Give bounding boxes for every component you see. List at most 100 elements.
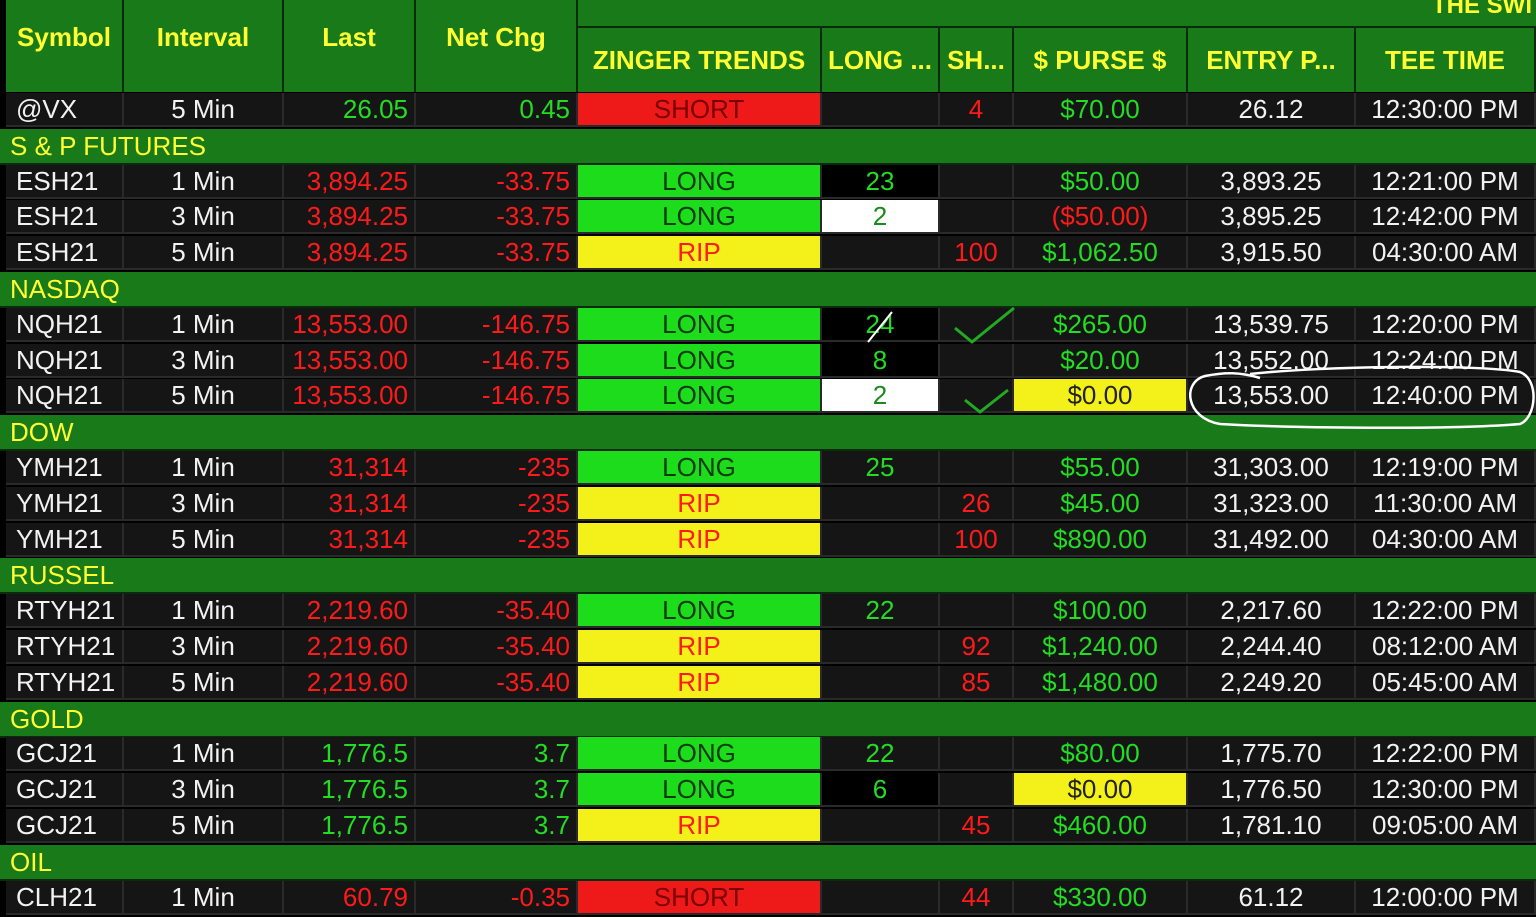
entry-price-cell: 31,323.00 <box>1188 487 1356 521</box>
short-count-cell <box>940 773 1014 807</box>
table-row[interactable]: GCJ21 5 Min 1,776.5 3.7 RIP 45 $460.00 1,781.10… <box>0 809 1536 845</box>
last-price-cell: 1,776.5 <box>284 809 416 843</box>
short-count-cell: 92 <box>940 630 1014 664</box>
table-row[interactable]: NQH21 5 Min 13,553.00 -146.75 LONG 2 $0.00 13,5… <box>0 379 1536 415</box>
section-header[interactable]: GOLD <box>0 702 1536 738</box>
long-count-cell: 2 <box>822 379 940 413</box>
section-header[interactable]: DOW <box>0 415 1536 451</box>
purse-cell: $460.00 <box>1014 809 1188 843</box>
trend-signal-cell: RIP <box>578 666 822 700</box>
symbol-cell: NQH21 <box>6 379 124 413</box>
column-group-title: THE SWI <box>1432 0 1532 19</box>
purse-cell: $70.00 <box>1014 93 1188 127</box>
net-change-cell: -235 <box>416 523 578 557</box>
last-price-cell: 60.79 <box>284 881 416 915</box>
table-row[interactable]: YMH21 1 Min 31,314 -235 LONG 25 $55.00 31,303.0… <box>0 451 1536 487</box>
table-row[interactable]: CLH21 1 Min 60.79 -0.35 SHORT 44 $330.00 61.12 1… <box>0 881 1536 917</box>
long-count-cell: 23 <box>822 165 940 199</box>
last-price-cell: 1,776.5 <box>284 773 416 807</box>
long-count-cell <box>822 487 940 521</box>
section-header[interactable]: S & P FUTURES <box>0 129 1536 165</box>
table-row[interactable]: NQH21 3 Min 13,553.00 -146.75 LONG 8 $20.00 13,… <box>0 344 1536 380</box>
table-row[interactable]: YMH21 3 Min 31,314 -235 RIP 26 $45.00 31,323.00… <box>0 487 1536 523</box>
header-entry-price[interactable]: ENTRY P... <box>1188 28 1356 92</box>
tee-time-cell: 04:30:00 AM <box>1356 236 1536 270</box>
net-change-cell: -235 <box>416 487 578 521</box>
section-header[interactable]: RUSSEL <box>0 558 1536 594</box>
table-row[interactable]: NQH21 1 Min 13,553.00 -146.75 LONG 24 $265.00 1… <box>0 308 1536 344</box>
header-purse[interactable]: $ PURSE $ <box>1014 28 1188 92</box>
interval-cell: 1 Min <box>124 737 284 771</box>
table-row[interactable]: GCJ21 1 Min 1,776.5 3.7 LONG 22 $80.00 1,775.70… <box>0 737 1536 773</box>
symbol-cell: GCJ21 <box>6 809 124 843</box>
last-price-cell: 13,553.00 <box>284 344 416 378</box>
entry-price-cell: 2,249.20 <box>1188 666 1356 700</box>
long-count-cell: 8 <box>822 344 940 378</box>
header-tee-time[interactable]: TEE TIME <box>1356 28 1536 92</box>
purse-cell: $1,480.00 <box>1014 666 1188 700</box>
symbol-cell: CLH21 <box>6 881 124 915</box>
symbol-cell: YMH21 <box>6 523 124 557</box>
interval-cell: 1 Min <box>124 451 284 485</box>
trend-signal-cell: RIP <box>578 523 822 557</box>
tee-time-cell: 12:20:00 PM <box>1356 308 1536 342</box>
header-long[interactable]: LONG ... <box>822 28 940 92</box>
table-row[interactable]: GCJ21 3 Min 1,776.5 3.7 LONG 6 $0.00 1,776.50 12… <box>0 773 1536 809</box>
net-change-cell: 3.7 <box>416 737 578 771</box>
table-row[interactable]: ESH21 1 Min 3,894.25 -33.75 LONG 23 $50.00 3,89… <box>0 165 1536 201</box>
long-count-cell: 22 <box>822 594 940 628</box>
symbol-cell: GCJ21 <box>6 737 124 771</box>
entry-price-cell: 31,492.00 <box>1188 523 1356 557</box>
interval-cell: 5 Min <box>124 666 284 700</box>
entry-price-cell: 3,893.25 <box>1188 165 1356 199</box>
section-header[interactable]: NASDAQ <box>0 272 1536 308</box>
symbol-cell: NQH21 <box>6 344 124 378</box>
tee-time-cell: 12:30:00 PM <box>1356 773 1536 807</box>
tee-time-cell: 08:12:00 AM <box>1356 630 1536 664</box>
section-header[interactable]: OIL <box>0 845 1536 881</box>
last-price-cell: 2,219.60 <box>284 594 416 628</box>
tee-time-cell: 12:40:00 PM <box>1356 379 1536 413</box>
entry-price-cell: 3,915.50 <box>1188 236 1356 270</box>
long-count-cell: 25 <box>822 451 940 485</box>
symbol-cell: @VX <box>6 93 124 127</box>
entry-price-cell: 2,217.60 <box>1188 594 1356 628</box>
last-price-cell: 3,894.25 <box>284 165 416 199</box>
table-row[interactable]: RTYH21 3 Min 2,219.60 -35.40 RIP 92 $1,240.00 2… <box>0 630 1536 666</box>
net-change-cell: -146.75 <box>416 344 578 378</box>
table-row[interactable]: RTYH21 1 Min 2,219.60 -35.40 LONG 22 $100.00 2,… <box>0 594 1536 630</box>
entry-price-cell: 13,552.00 <box>1188 344 1356 378</box>
entry-price-cell: 13,553.00 <box>1188 379 1356 413</box>
short-count-cell: 4 <box>940 93 1014 127</box>
header-zinger-trends[interactable]: ZINGER TRENDS <box>578 28 822 92</box>
purse-cell: $80.00 <box>1014 737 1188 771</box>
header-net-chg[interactable]: Net Chg <box>416 0 578 92</box>
header-symbol[interactable]: Symbol <box>6 0 124 92</box>
last-price-cell: 13,553.00 <box>284 308 416 342</box>
interval-cell: 5 Min <box>124 93 284 127</box>
long-count-cell: 6 <box>822 773 940 807</box>
long-count-cell <box>822 523 940 557</box>
entry-price-cell: 3,895.25 <box>1188 200 1356 234</box>
table-row[interactable]: @VX 5 Min 26.05 0.45 SHORT 4 $70.00 26.12 12:30:… <box>0 93 1536 129</box>
last-price-cell: 13,553.00 <box>284 379 416 413</box>
header-interval[interactable]: Interval <box>124 0 284 92</box>
table-row[interactable]: YMH21 5 Min 31,314 -235 RIP 100 $890.00 31,492.… <box>0 523 1536 559</box>
table-row[interactable]: RTYH21 5 Min 2,219.60 -35.40 RIP 85 $1,480.00 2… <box>0 666 1536 702</box>
interval-cell: 3 Min <box>124 773 284 807</box>
last-price-cell: 1,776.5 <box>284 737 416 771</box>
trend-signal-cell: LONG <box>578 737 822 771</box>
trend-signal-cell: LONG <box>578 773 822 807</box>
header-short[interactable]: SH... <box>940 28 1014 92</box>
short-count-cell: 100 <box>940 236 1014 270</box>
symbol-cell: RTYH21 <box>6 630 124 664</box>
short-count-cell <box>940 344 1014 378</box>
symbol-cell: YMH21 <box>6 487 124 521</box>
entry-price-cell: 1,781.10 <box>1188 809 1356 843</box>
purse-cell: $330.00 <box>1014 881 1188 915</box>
header-last[interactable]: Last <box>284 0 416 92</box>
table-row[interactable]: ESH21 3 Min 3,894.25 -33.75 LONG 2 ($50.00) 3,8… <box>0 200 1536 236</box>
trend-signal-cell: SHORT <box>578 881 822 915</box>
short-count-cell <box>940 200 1014 234</box>
table-row[interactable]: ESH21 5 Min 3,894.25 -33.75 RIP 100 $1,062.50 3… <box>0 236 1536 272</box>
